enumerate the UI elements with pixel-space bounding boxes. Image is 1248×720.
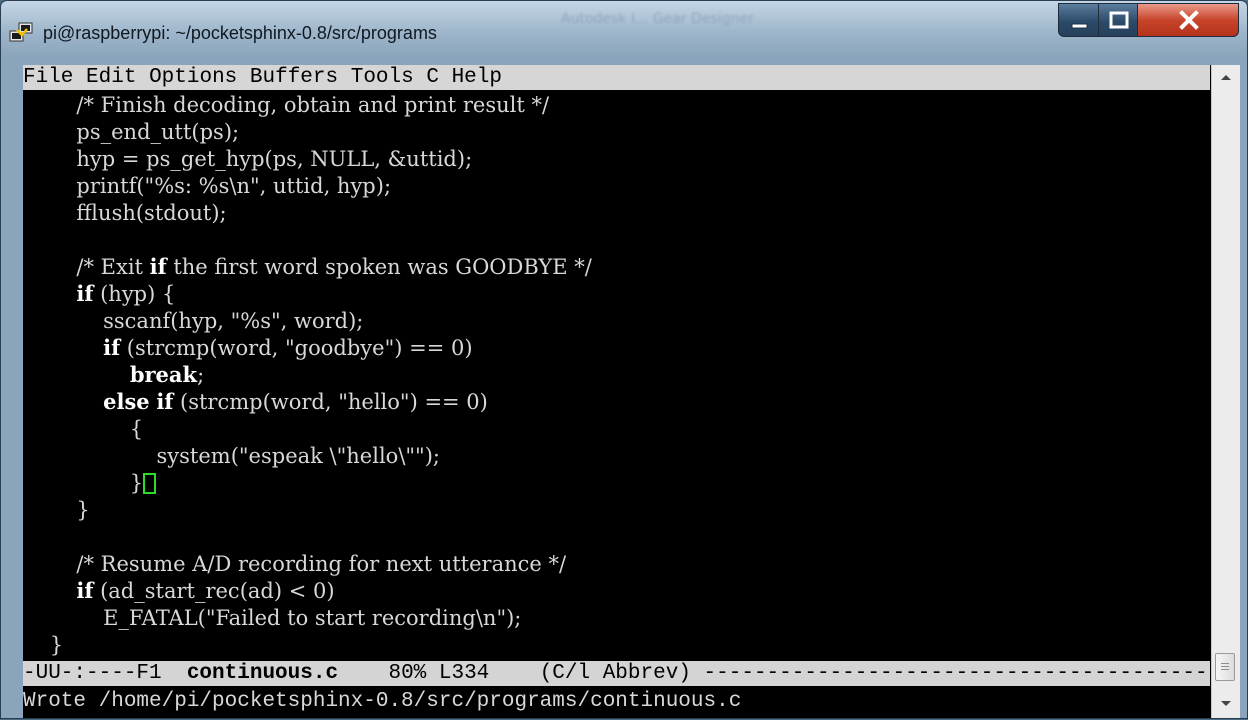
minimize-button[interactable] [1058, 3, 1099, 37]
menu-help[interactable]: Help [452, 66, 502, 89]
code-line: if (strcmp(word, "goodbye") == 0) [103, 335, 473, 360]
code-line: } [23, 470, 157, 496]
vertical-scrollbar[interactable] [1211, 65, 1240, 718]
menu-tools[interactable]: Tools [351, 66, 414, 89]
code-line: ps_end_utt(ps); [23, 120, 240, 144]
code-line: E_FATAL("Failed to start recording\n"); [23, 606, 522, 630]
modeline-buffer-name: continuous.c [186, 662, 339, 685]
code-line: else if (strcmp(word, "hello") == 0) [103, 389, 488, 414]
code-line: system("espeak \"hello\""); [23, 444, 440, 468]
modeline-status: -UU-:----F1 [23, 662, 187, 685]
keyword: if [103, 335, 121, 360]
code-line: } [23, 498, 90, 522]
code-line: printf("%s: %s\n", uttid, hyp); [23, 174, 392, 198]
menu-file[interactable]: File [23, 66, 73, 89]
thumb-grip-line [1221, 669, 1229, 670]
scroll-up-button[interactable] [1212, 65, 1240, 91]
emacs-menubar: File Edit Options Buffers Tools C Help [23, 65, 1210, 90]
code-line: { [23, 417, 144, 441]
terminal-window: Autodesk I... Gear Designer pi@raspberry… [0, 0, 1248, 719]
scroll-down-arrow-icon [1221, 701, 1231, 706]
modeline-fill: ----------------------------------------… [703, 662, 1210, 685]
maximize-button[interactable] [1098, 3, 1138, 37]
keyword: break [129, 362, 198, 387]
code-line: break; [129, 362, 205, 387]
title-bar[interactable]: Autodesk I... Gear Designer pi@raspberry… [1, 1, 1247, 63]
code-line: fflush(stdout); [23, 201, 227, 225]
scroll-down-button[interactable] [1212, 690, 1240, 716]
thumb-grip-line [1221, 666, 1229, 667]
background-window-title: Autodesk I... Gear Designer [561, 11, 754, 27]
code-line: if (ad_start_rec(ad) < 0) [76, 578, 335, 603]
menu-edit[interactable]: Edit [86, 66, 136, 89]
keyword: if [156, 389, 174, 414]
close-button[interactable] [1137, 3, 1239, 37]
emacs-modeline: -UU-:----F1 continuous.c 80% L334 (C/l A… [23, 661, 1210, 686]
menu-options[interactable]: Options [149, 66, 237, 89]
code-line: /* Exit if the first word spoken was GOO… [23, 254, 592, 279]
keyword: else [103, 389, 150, 414]
code-line: sscanf(hyp, "%s", word); [23, 309, 364, 333]
emacs-frame[interactable]: File Edit Options Buffers Tools C Help /… [23, 65, 1240, 718]
scrollbar-thumb[interactable] [1215, 653, 1235, 681]
minimize-icon [1071, 23, 1088, 29]
scroll-up-arrow-icon [1221, 75, 1231, 80]
window-title: pi@raspberrypi: ~/pocketsphinx-0.8/src/p… [43, 23, 437, 43]
code-line: if (hyp) { [76, 281, 176, 306]
putty-terminal-icon[interactable] [9, 21, 35, 43]
text-cursor [143, 473, 157, 494]
menu-buffers[interactable]: Buffers [250, 66, 338, 89]
keyword: if [149, 254, 167, 279]
menu-c[interactable]: C [426, 66, 439, 89]
modeline-position: 80% L334 (C/l Abbrev) [338, 662, 704, 685]
close-icon [1179, 10, 1199, 30]
code-line: } [23, 633, 64, 657]
code-line: /* Finish decoding, obtain and print res… [23, 93, 550, 117]
maximize-icon [1109, 11, 1129, 29]
echo-area: Wrote /home/pi/pocketsphinx-0.8/src/prog… [23, 690, 742, 713]
code-line: hyp = ps_get_hyp(ps, NULL, &uttid); [23, 147, 473, 171]
code-line: /* Resume A/D recording for next utteran… [23, 552, 567, 576]
keyword: if [76, 578, 94, 603]
thumb-grip-line [1221, 663, 1229, 664]
keyword: if [76, 281, 94, 306]
